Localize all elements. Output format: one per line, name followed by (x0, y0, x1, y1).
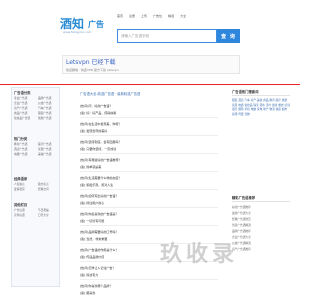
sidebar-link[interactable]: 品牌广告语 (38, 96, 59, 100)
sidebar-section-title: 其他栏目 (14, 203, 28, 207)
recommend-link[interactable]: 经典广告语欣赏 (232, 217, 251, 221)
list-divider (80, 135, 218, 136)
sidebar-link[interactable]: 化妆品广告语 (14, 116, 35, 120)
search-input[interactable]: 请输入广告语字段 (117, 29, 217, 43)
question-link[interactable]: [热评]生活需要什么样的态度？ (80, 176, 121, 180)
nav-link[interactable]: 注册 (129, 14, 135, 18)
header-divider (0, 84, 300, 85)
nav-link[interactable]: 首页 (117, 14, 123, 18)
answer-text: [答] 只要你坚持，一定成功 (80, 147, 117, 151)
question-link[interactable]: [热评]在生活中发现美，你呢？ (80, 122, 121, 126)
answer-text: [答] 一切皆有可能 (80, 219, 105, 223)
nav-link[interactable]: 广告位 (153, 14, 162, 18)
logo-tagline: www.fangyoui.com (63, 30, 92, 34)
sidebar-link[interactable]: 家居广告语 (38, 147, 59, 151)
sidebar-section-title: 经典语录 (14, 177, 28, 181)
sidebar-link[interactable]: 教育广告语 (14, 142, 35, 146)
search-button[interactable]: 查 询 (217, 29, 240, 43)
answer-text: [答] 都喜欢 (80, 291, 96, 295)
answer-text: [答] 传递品牌价值 (80, 255, 105, 259)
list-divider (80, 279, 218, 280)
answer-text: [答] 抓住用户的心 (80, 201, 105, 205)
sidebar-link[interactable]: 节日祝福 (38, 208, 59, 212)
sidebar-link[interactable]: 经典台词 (38, 187, 59, 191)
answer-text: [答] 简洁有力 (80, 273, 99, 277)
sidebar-section-title: 广告语分类 (14, 91, 31, 95)
question-link[interactable]: [热评]怎样让人记住广告？ (80, 266, 115, 270)
sidebar-link[interactable]: 宣传标语 (14, 213, 35, 217)
sidebar-link[interactable]: 广告标语 (14, 208, 35, 212)
nav-link[interactable]: 上传 (141, 14, 147, 18)
right-sidebar: 广告语热门搜索词 服装 酒店 汽车 房产 美容 食品 教育 医疗 旅游 家居 电… (232, 87, 290, 287)
sidebar-link[interactable]: 爱情语录 (14, 187, 35, 191)
sidebar-section-title: 热门分类 (14, 137, 28, 141)
list-divider (80, 171, 218, 172)
hot-search-title: 广告语热门搜索词 (232, 90, 259, 94)
content-title: 广告语大全-精选广告语 · 最新精选广告语 (80, 92, 141, 96)
answer-text: [答] 好！好产品，值得信赖 (80, 111, 117, 115)
sidebar-link[interactable]: 医疗广告语 (38, 142, 59, 146)
search-placeholder: 请输入广告语字段 (121, 34, 149, 38)
recommend-link[interactable]: 最新广告语大全 (232, 211, 251, 215)
top-nav: 首页 注册 上传 广告位 精选 大全 (117, 14, 186, 18)
answer-text: [答] 积极乐观，笑对人生 (80, 183, 114, 187)
answer-text: [答] 发现世界的美好 (80, 129, 108, 133)
site-logo[interactable]: 酒知 广告 www.fangyoui.com (60, 13, 106, 34)
list-divider (80, 189, 218, 190)
sidebar-link[interactable]: 人生格言 (14, 182, 35, 186)
sidebar-link[interactable]: 汽车广告语 (38, 106, 59, 110)
left-sidebar: 广告语分类 专业广告语 品牌广告语 企业广告语 公益广告语 房产广告语 汽车广告语 食… (11, 87, 60, 287)
sidebar-link[interactable]: 公益广告语 (38, 101, 59, 105)
question-link[interactable]: [热评]你最喜欢的广告语是？ (80, 212, 118, 216)
list-divider (80, 207, 218, 208)
question-link[interactable]: [热评]有哪些好的广告语推荐？ (80, 158, 121, 162)
question-link[interactable]: [热评]如何写出好的广告语？ (80, 194, 118, 198)
sidebar-link[interactable]: 食品广告语 (14, 111, 35, 115)
sidebar-link[interactable]: 口号大全 (38, 213, 59, 217)
sidebar-link[interactable]: 房产广告语 (14, 106, 35, 110)
list-divider (80, 117, 218, 118)
list-divider (80, 153, 218, 154)
logo-text-sub: 广告 (88, 20, 104, 29)
sidebar-link[interactable]: 企业广告语 (14, 101, 35, 105)
question-link[interactable]: [热评]你喜欢哪个品牌？ (80, 284, 112, 288)
ad-headline: Letsvpn 已经下载 (66, 59, 116, 66)
list-divider (80, 225, 218, 226)
sidebar-link[interactable]: 服装广告语 (38, 111, 59, 115)
sidebar-link[interactable]: 旅游广告语 (38, 116, 59, 120)
hot-search-words[interactable]: 服装 酒店 汽车 房产 美容 食品 教育 医疗 旅游 家居 电器 化妆品 珠宝 … (232, 98, 290, 172)
question-link[interactable]: [热评]问：好的广告语？ (80, 104, 112, 108)
answer-text: [答] 当然，非常重要 (80, 237, 108, 241)
box-divider (232, 201, 290, 202)
recommend-link[interactable]: 品牌广告语推荐 (232, 229, 251, 233)
question-link[interactable]: [热评]品牌需要好的口号吗？ (80, 230, 118, 234)
question-link[interactable]: [热评]坚持到底，会有回报吗？ (80, 140, 121, 144)
sidebar-link[interactable]: 酒店广告语 (14, 147, 35, 151)
nav-link[interactable]: 精选 (168, 14, 174, 18)
recommend-title: 精彩广告语推荐 (232, 196, 256, 200)
watermark-text: 玖收录 (160, 242, 239, 267)
question-link[interactable]: [热评]广告语的作用是什么？ (80, 248, 118, 252)
recommend-link[interactable]: 创意广告语精选 (232, 223, 251, 227)
ad-subtext: 快连翻墙 · 快连VPN 官方下载 Letsvpn (66, 68, 119, 72)
sidebar-link[interactable]: 电器广告语 (14, 152, 35, 156)
answer-text: [答] 简单就是美 (80, 165, 102, 169)
box-divider (232, 95, 290, 96)
sidebar-link[interactable]: 励志名言 (38, 182, 59, 186)
nav-link[interactable]: 大全 (180, 14, 186, 18)
sidebar-link[interactable]: 美容广告语 (38, 152, 59, 156)
ad-banner[interactable]: Letsvpn 已经下载 快连翻墙 · 快连VPN 官方下载 Letsvpn (62, 55, 240, 74)
sidebar-link[interactable]: 专业广告语 (14, 96, 35, 100)
recommend-link[interactable]: 好的广告语推荐 (232, 205, 251, 209)
